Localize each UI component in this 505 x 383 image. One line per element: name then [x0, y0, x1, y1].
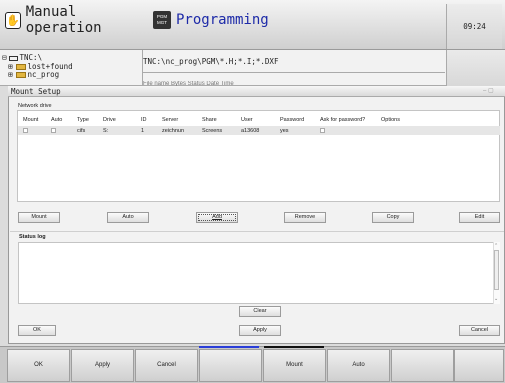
pgm-mgt-icon: PGM MGT	[153, 11, 171, 29]
cancel-button-label: Cancel	[470, 327, 489, 333]
section-divider	[10, 231, 504, 232]
cell-user: a13608	[241, 128, 260, 134]
mode-manual-label: Manual operation	[25, 4, 102, 36]
softkey-ok[interactable]: OK	[7, 349, 70, 382]
drive-icon	[8, 55, 18, 61]
softkey-apply[interactable]: Apply	[71, 349, 134, 382]
hand-icon: ✋	[5, 11, 21, 29]
cell-type: cifs	[77, 128, 86, 134]
softkey-row-indicator-active	[199, 346, 259, 348]
softkey-ok-label: OK	[34, 362, 43, 368]
file-manager-side-panel	[446, 50, 505, 86]
auto-button[interactable]: Auto	[107, 212, 149, 223]
auto-checkbox[interactable]	[51, 128, 56, 133]
softkey-empty-8[interactable]	[454, 349, 504, 382]
path-underline	[142, 72, 445, 73]
col-header-type: Type	[77, 117, 89, 123]
cancel-button[interactable]: Cancel	[459, 325, 500, 336]
current-path: TNC:\nc_prog\PGM\*.H;*.I;*.DXF	[143, 57, 279, 66]
scrollbar-thumb[interactable]	[494, 250, 499, 290]
col-header-password: Password	[280, 117, 305, 123]
mount-button[interactable]: Mount	[18, 212, 60, 223]
scroll-up-icon[interactable]: ⌃	[494, 243, 498, 249]
folder-icon	[15, 72, 26, 78]
cell-password: yes	[280, 128, 289, 134]
window-controls[interactable]: – ▢	[483, 86, 494, 97]
copy-button-label: Copy	[386, 214, 400, 220]
softkey-auto[interactable]: Auto	[327, 349, 390, 382]
col-header-user: User	[241, 117, 253, 123]
softkey-empty-7[interactable]	[391, 349, 454, 382]
softkey-mount[interactable]: Mount	[263, 349, 326, 382]
mode-programming-label: Programming	[176, 12, 269, 28]
col-header-drive: Drive	[103, 117, 116, 123]
softkey-apply-label: Apply	[94, 362, 110, 368]
copy-button[interactable]: Copy	[372, 212, 414, 223]
softkey-cancel[interactable]: Cancel	[135, 349, 198, 382]
col-header-share: Share	[202, 117, 217, 123]
ask-password-checkbox[interactable]	[320, 128, 325, 133]
col-header-mount: Mount	[23, 117, 39, 123]
network-drive-table	[17, 110, 500, 202]
tree-item-lost-found[interactable]: ⊞ lost+found	[2, 62, 140, 72]
dialog-title: Mount Setup	[8, 86, 505, 97]
clear-button[interactable]: Clear	[239, 306, 281, 317]
col-header-options: Options	[381, 117, 400, 123]
col-header-auto: Auto	[51, 117, 63, 123]
mount-checkbox[interactable]	[23, 128, 28, 133]
mode-tab-programming[interactable]: PGM MGT Programming	[153, 4, 438, 36]
col-header-ask-password: Ask for password?	[320, 117, 366, 123]
status-log-label: Status log	[19, 234, 46, 240]
mode-tab-manual-operation[interactable]: ✋ Manual operation	[3, 4, 143, 36]
clear-button-label: Clear	[253, 308, 267, 314]
ok-button[interactable]: OK	[18, 325, 56, 336]
scroll-down-icon[interactable]: ⌄	[494, 296, 498, 302]
cell-server: zeichnun	[162, 128, 185, 134]
remove-button-label: Remove	[294, 214, 316, 220]
add-button[interactable]: Add	[196, 212, 238, 223]
edit-button[interactable]: Edit	[459, 212, 500, 223]
cell-share: Screens	[202, 128, 223, 134]
status-log-area	[18, 242, 500, 304]
cell-id: 1	[141, 128, 145, 134]
apply-button[interactable]: Apply	[239, 325, 281, 336]
softkey-row-indicator	[264, 346, 324, 348]
edit-button-label: Edit	[474, 214, 485, 220]
tree-item-nc-prog[interactable]: ⊞ nc_prog	[2, 70, 140, 80]
col-header-server: Server	[162, 117, 179, 123]
directory-tree: ⊟ TNC:\ ⊞ lost+found ⊞ nc_prog	[2, 53, 140, 80]
network-drive-label: Network drive	[18, 103, 52, 109]
apply-button-label: Apply	[253, 327, 267, 333]
softkey-cancel-label: Cancel	[157, 362, 176, 368]
folder-icon	[15, 63, 26, 70]
remove-button[interactable]: Remove	[284, 212, 326, 223]
col-header-id: ID	[141, 117, 147, 123]
softkey-empty-4[interactable]	[199, 349, 262, 382]
cell-drive: S:	[103, 128, 109, 134]
add-button-label: Add	[212, 214, 222, 220]
clock: 09:24	[446, 4, 502, 49]
